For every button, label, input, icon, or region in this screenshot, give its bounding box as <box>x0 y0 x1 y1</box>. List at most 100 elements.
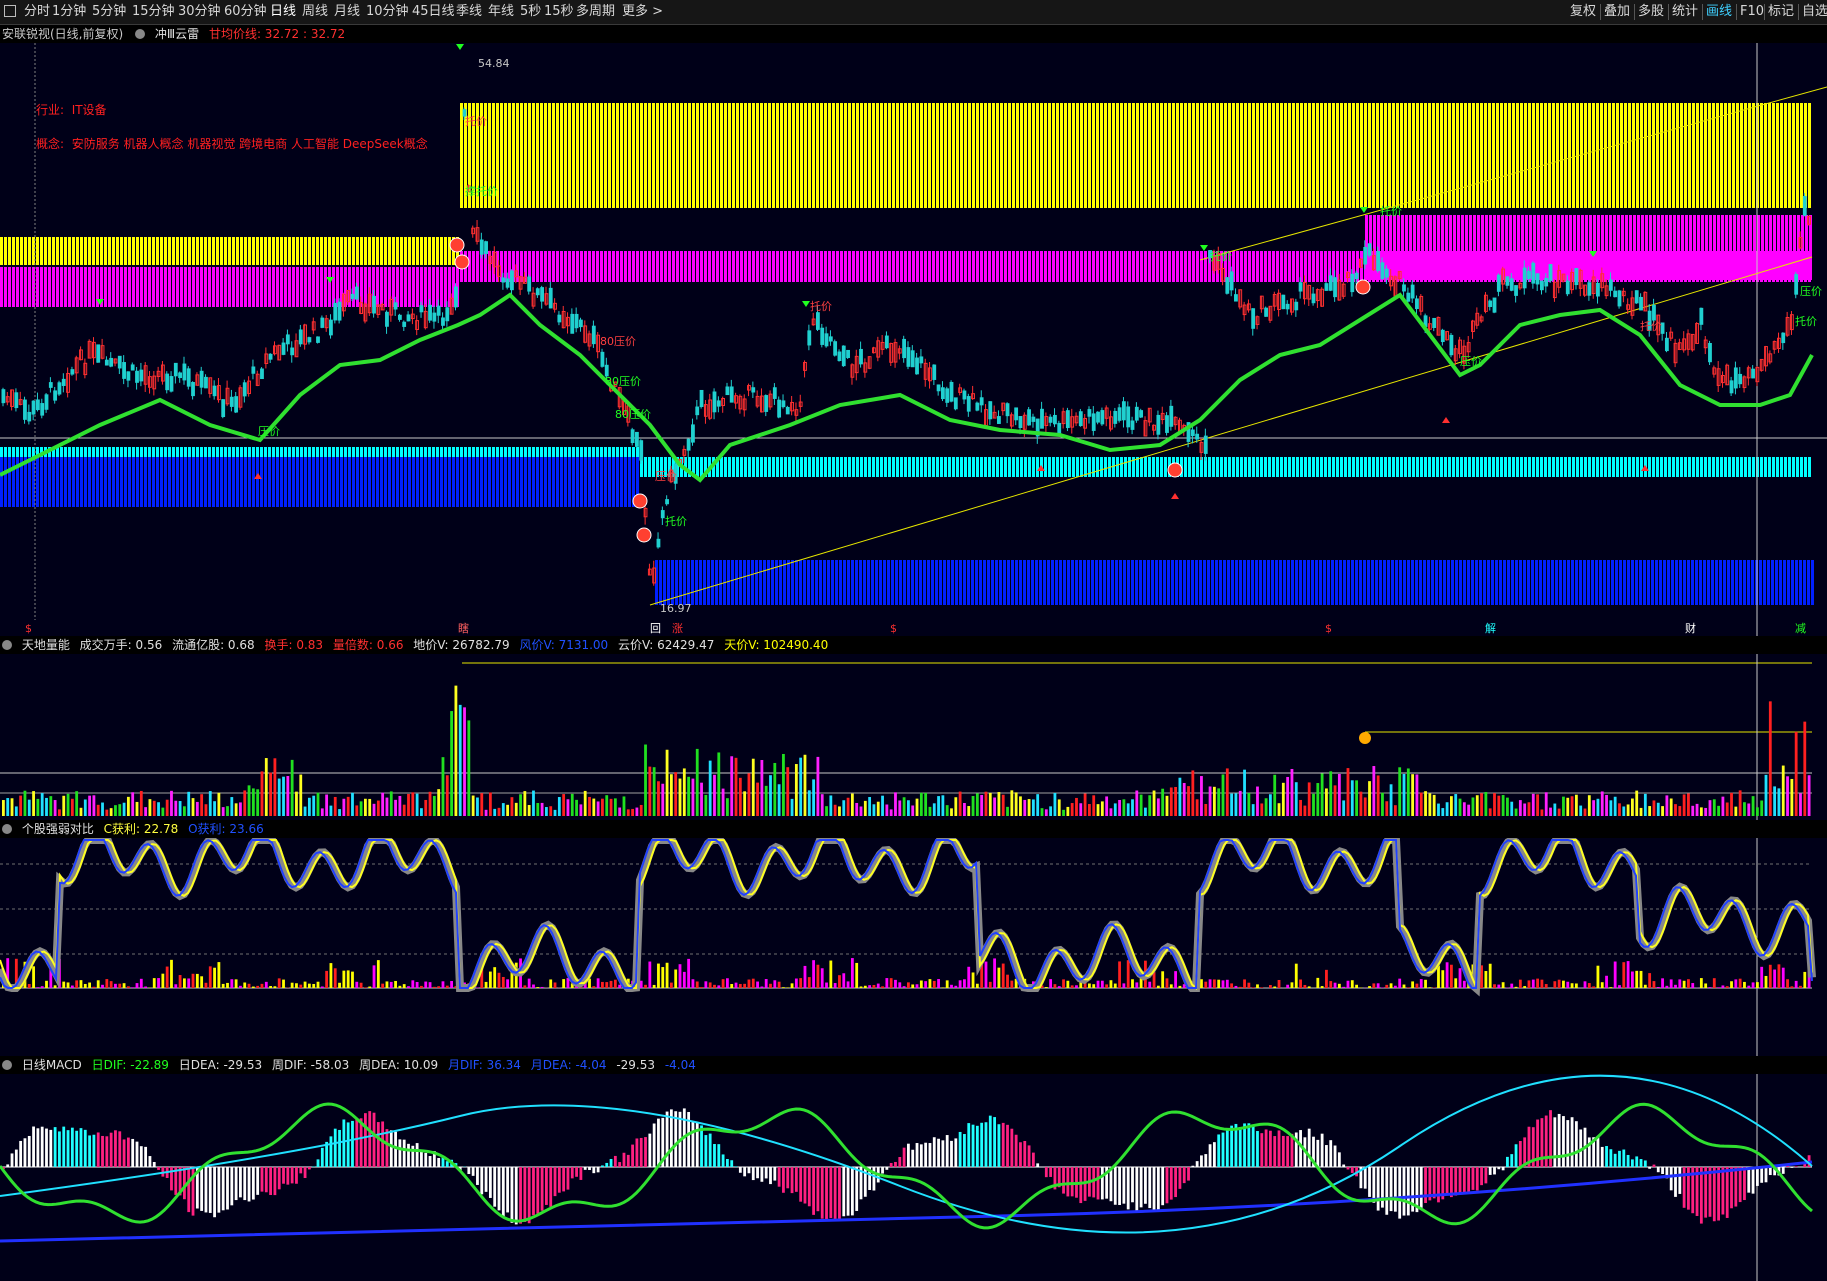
concept-row: 概念: 安防服务 机器人概念 机器视觉 跨境电商 人工智能 DeepSeek概念 <box>36 127 428 161</box>
candle-body <box>1522 267 1527 289</box>
period-tab[interactable]: 年线 <box>488 3 514 21</box>
candle-body <box>1281 294 1286 310</box>
support-band <box>1680 457 1683 477</box>
support-band <box>1272 457 1275 477</box>
strength-bar <box>1165 978 1169 988</box>
period-tab[interactable]: 多周期 <box>576 3 615 21</box>
tool-button[interactable]: 标记 <box>1768 3 1794 21</box>
period-tab[interactable]: 5秒 <box>520 3 541 21</box>
tool-button[interactable]: 自选 <box>1802 3 1827 21</box>
period-tab[interactable]: 45日线 <box>412 3 455 21</box>
up-arrow-icon <box>1442 417 1450 423</box>
collapse-icon[interactable] <box>2 640 12 650</box>
macd-bar <box>109 1132 113 1167</box>
period-tab[interactable]: 更多 > <box>622 3 663 21</box>
period-tab[interactable]: 15秒 <box>544 3 574 21</box>
support-band <box>1667 560 1670 605</box>
volume-bar <box>1661 806 1664 816</box>
resistance-band <box>1729 215 1732 280</box>
period-tab[interactable]: 月线 <box>334 3 360 21</box>
resistance-band <box>1461 215 1464 280</box>
macd-bar <box>221 1167 225 1211</box>
period-tab[interactable]: 日线 <box>270 3 296 21</box>
resistance-band <box>840 251 843 282</box>
collapse-icon[interactable] <box>2 824 12 834</box>
period-tab[interactable]: 周线 <box>302 3 328 21</box>
resistance-band <box>1637 215 1640 280</box>
support-band <box>1292 457 1295 477</box>
resistance-band <box>928 251 931 282</box>
resistance-band <box>1056 103 1059 208</box>
support-band <box>1791 560 1794 605</box>
macd-bar <box>1122 1167 1126 1204</box>
support-band <box>1264 457 1267 477</box>
volume-bar <box>1725 802 1729 816</box>
macd-bar <box>777 1167 781 1187</box>
price-tag-label: 压价 <box>1800 285 1822 298</box>
volume-bar <box>269 772 272 816</box>
strength-bar <box>825 982 828 988</box>
candle-body <box>1505 276 1510 286</box>
strength-bar <box>1100 980 1104 988</box>
tool-button[interactable]: 多股 <box>1638 3 1664 21</box>
resistance-band <box>404 237 407 265</box>
support-band <box>1719 560 1722 605</box>
resistance-band <box>1652 103 1655 208</box>
macd-bar <box>846 1167 850 1216</box>
support-band <box>1136 457 1139 477</box>
resistance-band <box>112 237 115 265</box>
resistance-band <box>1504 103 1507 208</box>
resistance-band <box>796 103 799 208</box>
strength-bar <box>1355 984 1358 988</box>
resistance-band <box>756 103 759 208</box>
macd-bar <box>1393 1167 1397 1212</box>
candle-body <box>268 353 273 360</box>
period-tab[interactable]: 10分钟 <box>366 3 409 21</box>
strength-bar <box>420 985 423 988</box>
period-tab[interactable]: 1分钟 <box>52 3 86 21</box>
period-tab[interactable]: 15分钟 <box>132 3 175 21</box>
strength-bar <box>937 979 940 988</box>
macd-bar <box>1738 1167 1742 1203</box>
period-tab[interactable]: 60分钟 <box>224 3 267 21</box>
macd-chart[interactable] <box>0 1056 1827 1281</box>
period-tab[interactable]: 季线 <box>456 3 482 21</box>
volume-bar <box>1441 808 1445 816</box>
strength-bar <box>1161 971 1165 988</box>
strength-bar <box>743 983 747 988</box>
support-band <box>508 447 511 457</box>
collapse-icon[interactable] <box>2 1060 12 1070</box>
strength-bar <box>592 986 596 988</box>
tool-button[interactable]: 统计 <box>1672 3 1698 21</box>
candle-body <box>1087 409 1092 417</box>
resistance-band <box>40 267 43 307</box>
resistance-band <box>1476 103 1479 208</box>
support-band <box>596 457 599 507</box>
candle-body <box>1053 414 1057 425</box>
resistance-band <box>1633 215 1636 280</box>
volume-bar <box>898 800 902 816</box>
strength-chart[interactable] <box>0 820 1827 1056</box>
period-tab[interactable]: 30分钟 <box>178 3 221 21</box>
tool-button[interactable]: 复权 <box>1570 3 1596 21</box>
strength-bar <box>1450 964 1453 988</box>
menu-icon[interactable] <box>4 5 16 17</box>
resistance-band <box>1397 215 1400 280</box>
collapse-icon[interactable] <box>135 29 146 39</box>
period-tab[interactable]: 5分钟 <box>92 3 126 21</box>
period-tab[interactable]: 分时 <box>24 3 50 21</box>
resistance-band <box>1492 103 1495 208</box>
tool-button[interactable]: 叠加 <box>1604 3 1630 21</box>
tool-button[interactable]: 画线 <box>1706 3 1732 21</box>
turnover-label: 换手: 0.83 <box>264 638 324 652</box>
volume-chart[interactable] <box>0 636 1827 820</box>
strength-bar <box>432 986 436 988</box>
signal-badge-icon <box>1167 462 1183 478</box>
resistance-band <box>76 267 79 307</box>
macd-bar <box>764 1167 768 1179</box>
support-band <box>1444 457 1447 477</box>
tool-button[interactable]: F10 <box>1740 3 1764 21</box>
resistance-band <box>572 103 575 208</box>
strength-bar <box>105 979 109 988</box>
support-band <box>408 447 411 457</box>
